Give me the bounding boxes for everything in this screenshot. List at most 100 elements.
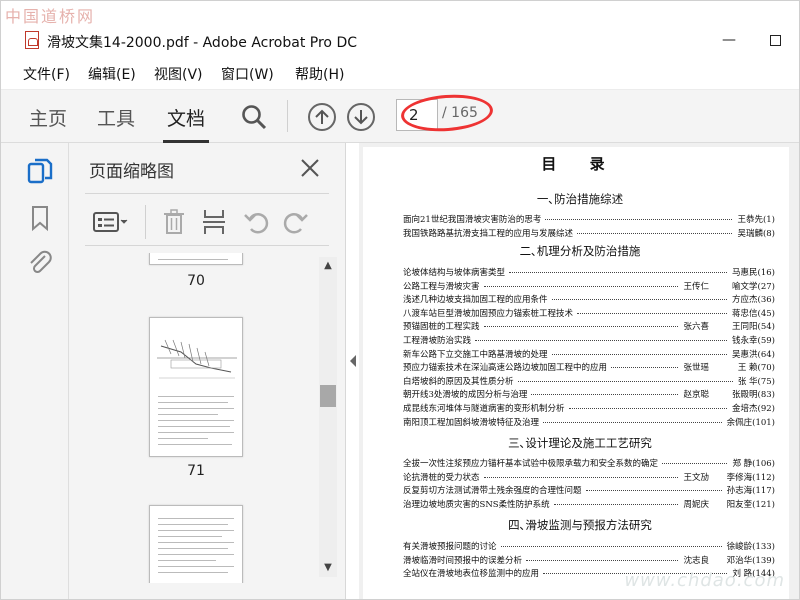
- toc-entry[interactable]: 有关滑坡预报问题的讨论 徐峻龄(133): [403, 540, 775, 552]
- menu-file[interactable]: 文件(F): [23, 64, 70, 84]
- toc-entry-author: 沈志良: [680, 553, 709, 566]
- tab-document[interactable]: 文档: [162, 104, 210, 143]
- toc-entry[interactable]: 浅述几种边坡支挡加固工程的应用条件 方应杰(36): [403, 293, 775, 306]
- thumb-text-line: [158, 396, 234, 397]
- toc-entry[interactable]: 朝开线3处滑坡的成因分析与治理 赵京聪 张殿明(83): [403, 388, 775, 401]
- toc-entry-page-ref: 方应杰(36): [729, 293, 775, 306]
- toc-entry[interactable]: 我国铁路路基抗滑支挡工程的应用与发展综述 吴瑞麟(8): [403, 226, 775, 239]
- tab-home[interactable]: 主页: [29, 104, 67, 131]
- toc-entry-page-ref: 金培杰(92): [729, 402, 775, 414]
- tab-tools[interactable]: 工具: [97, 104, 135, 131]
- toc-leader-dots: [543, 421, 722, 423]
- thumb-text-line: [158, 518, 234, 519]
- toc-entry-author: 张世瑶: [680, 361, 709, 374]
- menu-help[interactable]: 帮助(H): [295, 64, 344, 84]
- next-page-button[interactable]: [347, 103, 375, 131]
- toc-entry-page-ref: 阳友奎(121): [723, 497, 775, 510]
- toc-leader-dots: [554, 503, 678, 505]
- options-menu-icon[interactable]: [91, 207, 131, 237]
- toc-entry-title: 工程滑坡防治实践: [403, 336, 472, 346]
- toc-entry[interactable]: 预锚固桩的工程实践 张六喜 王同阳(54): [403, 320, 775, 333]
- close-icon[interactable]: [299, 157, 321, 179]
- thumb-text-line: [158, 542, 234, 543]
- bookmark-icon[interactable]: [25, 203, 55, 233]
- menu-bar: 文件(F) 编辑(E) 视图(V) 窗口(W) 帮助(H): [1, 59, 799, 87]
- toc-leader-dots: [475, 340, 727, 341]
- menu-edit[interactable]: 编辑(E): [88, 64, 136, 84]
- toc-leader-dots: [552, 299, 727, 301]
- thumb-text-line: [158, 438, 208, 439]
- maximize-button[interactable]: [770, 35, 781, 46]
- rotate-right-icon[interactable]: [281, 207, 311, 237]
- thumbnail-page-72[interactable]: [149, 505, 243, 583]
- left-navigation-rail: [1, 143, 69, 599]
- thumb-text-line: [158, 426, 230, 427]
- attachment-icon[interactable]: [25, 247, 55, 277]
- toc-leader-dots: [552, 353, 727, 355]
- thumb-text-line: [158, 432, 234, 433]
- thumbnail-toolbar: [85, 199, 329, 245]
- thumb-text-line: [158, 408, 234, 409]
- toc-entry-title: 公路工程与滑坡灾害: [403, 281, 480, 292]
- document-view[interactable]: 目 录 一､防治措施综述 面向21世纪我国滑坡灾害防治的思考 王恭先(1) 我国铁路…: [359, 143, 799, 599]
- toc-entry-author: 张六喜: [680, 320, 709, 333]
- toc-entry-page-ref: 孙志海(117): [723, 484, 775, 497]
- toc-entry[interactable]: 滑坡临滑时间预报中的误差分析 沈志良 邓治华(139): [403, 553, 775, 566]
- thumb-text-line: [158, 259, 228, 260]
- toc-entry-page-ref: 郑 静(106): [729, 457, 775, 469]
- toc-entry[interactable]: 预应力锚索技术在深汕高速公路边坡加固工程中的应用 张世瑶 王 赖(70): [403, 361, 775, 374]
- page-thumbnails-icon[interactable]: [25, 157, 55, 187]
- toc-entry[interactable]: 全拔一次性注浆预应力锚杆基本试验中极限承载力和安全系数的确定 郑 静(106): [403, 457, 775, 469]
- toc-entry[interactable]: 白塔坡斜的原因及其性质分析 张 华(75): [403, 374, 775, 387]
- toc-entry-title: 我国铁路路基抗滑支挡工程的应用与发展综述: [403, 228, 574, 239]
- rotate-left-icon[interactable]: [241, 207, 271, 237]
- toc-entry[interactable]: 面向21世纪我国滑坡灾害防治的思考 王恭先(1): [403, 213, 775, 225]
- scrollbar-thumb[interactable]: [320, 385, 336, 407]
- panel-title: 页面缩略图: [89, 162, 174, 182]
- document-scrollbar[interactable]: [789, 143, 799, 599]
- toc-entry[interactable]: 新车公路下立交施工中路基滑坡的处理 吴惠洪(64): [403, 347, 775, 360]
- toc-entry[interactable]: 工程滑坡防治实践 钱永幸(59): [403, 334, 775, 346]
- toc-entry[interactable]: 论抗滑桩的受力状态 王文劢 李修海(112): [403, 470, 775, 483]
- scroll-down-arrow-icon[interactable]: ▼: [322, 563, 334, 573]
- thumbnail-page-70[interactable]: [149, 253, 243, 265]
- toc-entry[interactable]: 公路工程与滑坡灾害 王传仁 喻文学(27): [403, 279, 775, 292]
- search-icon[interactable]: [241, 104, 267, 130]
- minimize-button[interactable]: —: [722, 32, 736, 48]
- toc-leader-dots: [526, 559, 678, 561]
- toc-entry[interactable]: 南阳顶工程加固斜坡滑坡特征及治理 余佩庄(101): [403, 415, 775, 428]
- page-number-input[interactable]: 2: [396, 99, 438, 131]
- toc-entry-page-ref: 钱永幸(59): [729, 334, 775, 346]
- toc-entry[interactable]: 论坡体结构与坡体病害类型 马惠民(16): [403, 266, 775, 278]
- arrow-up-icon: [315, 109, 329, 124]
- menu-view[interactable]: 视图(V): [154, 64, 203, 84]
- toc-leader-dots: [611, 367, 678, 369]
- toc-entry-title: 白塔坡斜的原因及其性质分析: [403, 376, 514, 387]
- toc-entry-page-ref: 吴瑞麟(8): [734, 226, 775, 239]
- previous-page-button[interactable]: [308, 103, 336, 131]
- toc-leader-dots: [577, 312, 727, 314]
- toc-entry-page-ref: 王 赖(70): [734, 361, 775, 374]
- toc-entry-title: 八渡车站巨型滑坡加固预应力锚索桩工程技术: [403, 308, 574, 319]
- thumbnail-label: 70: [187, 273, 205, 289]
- thumb-text-line: [158, 548, 228, 549]
- toc-entry[interactable]: 八渡车站巨型滑坡加固预应力锚索桩工程技术 蒋忠信(45): [403, 306, 775, 319]
- toc-leader-dots: [501, 546, 722, 547]
- insert-page-icon[interactable]: [199, 207, 229, 237]
- toc-section-title: 三､设计理论及施工工艺研究: [508, 436, 652, 450]
- toc-entry-page-ref: 邓治华(139): [723, 553, 775, 566]
- toc-entry-page-ref: 张殿明(83): [729, 388, 775, 401]
- toc-entry[interactable]: 成昆线东河堆体与隧道病害的变形机制分析 金培杰(92): [403, 402, 775, 414]
- collapse-panel-arrow-icon[interactable]: [348, 353, 358, 367]
- toc-entry[interactable]: 治理边坡地质灾害的SNS柔性防护系统 周妮庆 阳友奎(121): [403, 497, 775, 510]
- toc-entry-page-ref: 喻文学(27): [729, 279, 775, 292]
- toc-entry-title: 滑坡临滑时间预报中的误差分析: [403, 555, 523, 566]
- menu-window[interactable]: 窗口(W): [221, 64, 274, 84]
- thumbnail-page-71[interactable]: [149, 317, 243, 457]
- thumbnail-figure: [157, 339, 237, 379]
- scroll-up-arrow-icon[interactable]: ▲: [322, 261, 334, 271]
- toc-entry-page-ref: 余佩庄(101): [723, 415, 775, 428]
- thumbnail-scrollbar[interactable]: ▲ ▼: [319, 257, 337, 577]
- toc-entry[interactable]: 反复剪切方法测试滑带土残余强度的合理性问题 孙志海(117): [403, 484, 775, 497]
- trash-icon[interactable]: [159, 207, 189, 237]
